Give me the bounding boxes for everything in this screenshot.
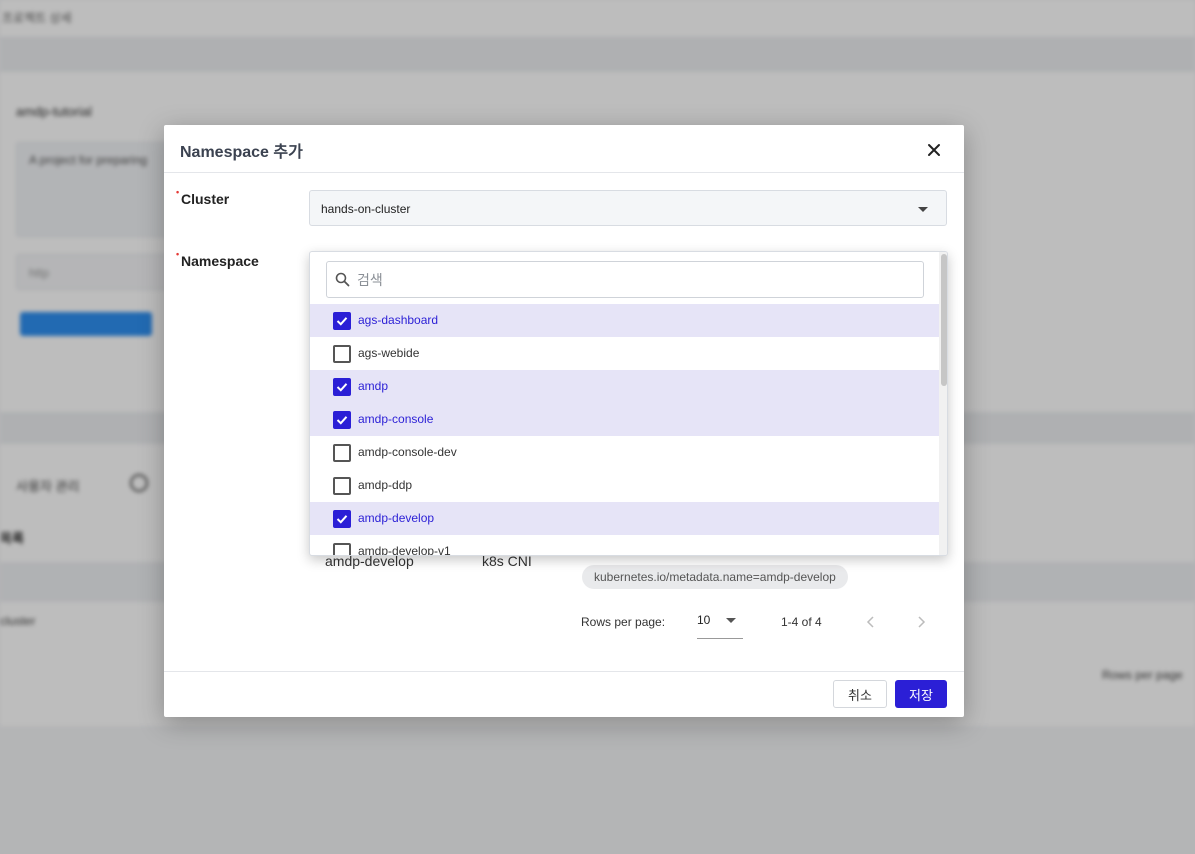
namespace-option[interactable]: amdp: [310, 370, 940, 403]
namespace-option-label: amdp-console: [358, 412, 434, 426]
check-icon: [336, 383, 348, 392]
namespace-label-text: Namespace: [181, 253, 259, 269]
namespace-option[interactable]: amdp-console: [310, 403, 940, 436]
add-namespace-dialog: Namespace 추가 • Cluster hands-on-cluster …: [164, 125, 964, 717]
close-icon: [928, 144, 940, 156]
checkbox-unchecked[interactable]: [333, 345, 351, 363]
search-input[interactable]: [357, 270, 907, 290]
namespace-option-label: amdp-ddp: [358, 478, 413, 492]
required-mark: •: [176, 249, 180, 259]
checkbox-checked[interactable]: [333, 411, 351, 429]
namespace-option-label: ags-webide: [358, 346, 420, 360]
previous-page-button[interactable]: [860, 611, 882, 633]
check-icon: [336, 317, 348, 326]
namespace-option[interactable]: ags-dashboard: [310, 304, 940, 337]
rows-per-page-label: Rows per page:: [581, 615, 666, 629]
namespace-option-label: ags-dashboard: [358, 313, 439, 327]
cluster-select[interactable]: hands-on-cluster: [309, 190, 947, 226]
cluster-label: • Cluster: [176, 187, 230, 207]
namespace-option[interactable]: ags-webide: [310, 337, 940, 370]
namespace-dropdown[interactable]: ags-dashboard ags-webide amdp amdp-console a…: [309, 251, 948, 556]
checkbox-checked[interactable]: [333, 378, 351, 396]
scrollbar-thumb[interactable]: [941, 254, 947, 386]
namespace-option[interactable]: amdp-console-dev: [310, 436, 940, 469]
namespace-option[interactable]: amdp-develop-v1: [310, 535, 940, 556]
close-button[interactable]: [922, 138, 946, 162]
dialog-title: Namespace 추가: [180, 144, 303, 161]
search-box[interactable]: [326, 261, 924, 298]
label-chip: kubernetes.io/metadata.name=amdp-develop: [582, 565, 848, 589]
cluster-label-text: Cluster: [181, 191, 230, 207]
namespace-option-label: amdp-develop-v1: [358, 544, 451, 556]
namespace-option[interactable]: amdp-develop: [310, 502, 940, 535]
chevron-right-icon: [918, 616, 926, 628]
checkbox-checked[interactable]: [333, 510, 351, 528]
namespace-option-list: ags-dashboard ags-webide amdp amdp-console a…: [310, 304, 940, 556]
checkbox-checked[interactable]: [333, 312, 351, 330]
namespace-option[interactable]: amdp-ddp: [310, 469, 940, 502]
checkbox-unchecked[interactable]: [333, 477, 351, 495]
check-icon: [336, 416, 348, 425]
namespace-label: • Namespace: [176, 249, 259, 269]
dialog-header: Namespace 추가: [164, 125, 964, 173]
search-icon: [335, 272, 350, 287]
rows-per-page-value: 10: [697, 613, 711, 627]
namespace-option-label: amdp: [358, 379, 389, 393]
cancel-button[interactable]: 취소: [833, 680, 887, 708]
rows-per-page-select[interactable]: 10: [697, 607, 743, 639]
required-mark: •: [176, 187, 180, 197]
namespace-option-label: amdp-console-dev: [358, 445, 457, 459]
chevron-left-icon: [866, 616, 874, 628]
check-icon: [336, 515, 348, 524]
cluster-select-value: hands-on-cluster: [321, 202, 411, 216]
checkbox-unchecked[interactable]: [333, 444, 351, 462]
caret-down-icon: [726, 618, 736, 623]
namespace-option-label: amdp-develop: [358, 511, 435, 525]
next-page-button[interactable]: [910, 611, 932, 633]
checkbox-unchecked[interactable]: [333, 543, 351, 555]
caret-down-icon: [918, 207, 928, 212]
pagination-range: 1-4 of 4: [781, 615, 822, 629]
save-button[interactable]: 저장: [895, 680, 947, 708]
